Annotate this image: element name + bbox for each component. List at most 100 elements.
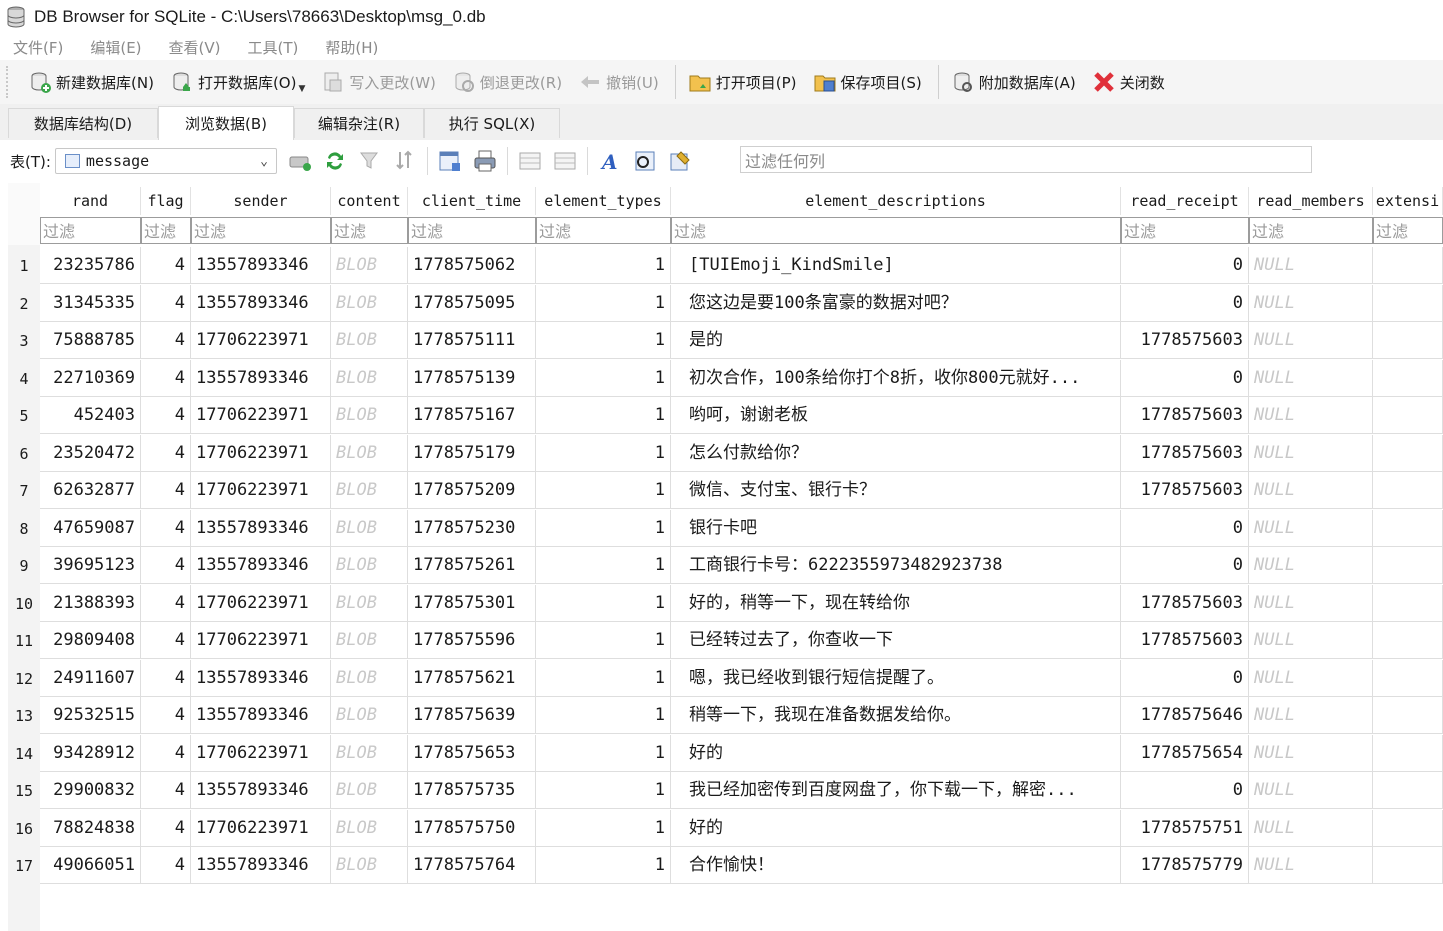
find-in-table-icon[interactable]	[632, 148, 658, 174]
table-cell[interactable]: 4	[141, 284, 191, 322]
table-cell[interactable]: 1	[536, 659, 671, 697]
table-cell[interactable]: NULL	[1249, 809, 1373, 847]
toolbar-grip[interactable]	[6, 66, 12, 98]
table-cell[interactable]: BLOB	[331, 359, 408, 397]
refresh-icon[interactable]	[322, 148, 348, 174]
table-cell[interactable]	[1373, 847, 1443, 884]
find-replace-icon[interactable]	[667, 148, 693, 174]
table-cell[interactable]: 1	[536, 359, 671, 397]
menu-help[interactable]: 帮助(H)	[325, 37, 378, 58]
open-project-button[interactable]: 打开项目(P)	[682, 64, 807, 100]
table-cell[interactable]: 78824838	[40, 809, 141, 847]
table-cell[interactable]: 4	[141, 359, 191, 397]
table-cell[interactable]: 我已经加密传到百度网盘了，你下载一下，解密...	[671, 772, 1121, 809]
table-cell[interactable]: 4	[141, 772, 191, 809]
table-cell[interactable]: 47659087	[40, 509, 141, 547]
column-filter-input[interactable]: 过滤	[1121, 217, 1249, 244]
table-cell[interactable]: 好的，稍等一下，现在转给你	[671, 584, 1121, 622]
column-header-rand[interactable]: rand	[40, 187, 141, 215]
table-cell[interactable]: BLOB	[331, 584, 408, 622]
tab-edit-pragmas[interactable]: 编辑杂注(R)	[294, 108, 424, 138]
table-cell[interactable]: BLOB	[331, 397, 408, 434]
table-cell[interactable]	[1373, 434, 1443, 472]
table-cell[interactable]: 17706223971	[191, 397, 331, 434]
row-number[interactable]: 6	[8, 445, 40, 463]
table-cell[interactable]: 17706223971	[191, 472, 331, 509]
column-header-extensi[interactable]: extensi	[1373, 187, 1443, 215]
table-cell[interactable]: 1	[536, 509, 671, 547]
table-cell[interactable]: 4	[141, 622, 191, 659]
row-number[interactable]: 13	[8, 707, 40, 725]
column-header-element-descriptions[interactable]: element_descriptions	[671, 187, 1121, 215]
table-cell[interactable]: 1	[536, 397, 671, 434]
font-style-icon[interactable]: A	[597, 148, 623, 174]
table-cell[interactable]: 17706223971	[191, 584, 331, 622]
table-cell[interactable]: 62632877	[40, 472, 141, 509]
table-cell[interactable]: 13557893346	[191, 247, 331, 284]
table-cell[interactable]: 4	[141, 397, 191, 434]
attach-database-button[interactable]: 附加数据库(A)	[945, 64, 1086, 100]
table-cell[interactable]: 4	[141, 697, 191, 734]
column-filter-input[interactable]: 过滤	[191, 217, 331, 244]
table-cell[interactable]: 13557893346	[191, 772, 331, 809]
table-cell[interactable]: 49066051	[40, 847, 141, 884]
table-cell[interactable]: 0	[1121, 359, 1249, 397]
row-number[interactable]: 9	[8, 557, 40, 575]
table-cell[interactable]: 92532515	[40, 697, 141, 734]
row-number[interactable]: 15	[8, 782, 40, 800]
table-cell[interactable]: 4	[141, 659, 191, 697]
clear-sort-icon[interactable]	[392, 148, 418, 174]
table-cell[interactable]: 17706223971	[191, 622, 331, 659]
table-cell[interactable]: 31345335	[40, 284, 141, 322]
column-header-element-types[interactable]: element_types	[536, 187, 671, 215]
menu-view[interactable]: 查看(V)	[169, 37, 221, 58]
table-cell[interactable]: 13557893346	[191, 697, 331, 734]
table-cell[interactable]: 1778575301	[408, 584, 536, 622]
table-cell[interactable]	[1373, 322, 1443, 359]
table-cell[interactable]: 452403	[40, 397, 141, 434]
row-number[interactable]: 4	[8, 370, 40, 388]
table-cell[interactable]: 1778575764	[408, 847, 536, 884]
column-filter-input[interactable]: 过滤	[671, 217, 1121, 244]
table-cell[interactable]: 4	[141, 547, 191, 584]
table-cell[interactable]: BLOB	[331, 697, 408, 734]
table-cell[interactable]: 1778575603	[1121, 622, 1249, 659]
table-cell[interactable]: 1	[536, 734, 671, 772]
table-cell[interactable]: 0	[1121, 772, 1249, 809]
table-cell[interactable]	[1373, 584, 1443, 622]
refresh-table-icon[interactable]	[287, 148, 313, 174]
table-cell[interactable]: BLOB	[331, 284, 408, 322]
table-cell[interactable]: NULL	[1249, 772, 1373, 809]
column-filter-input[interactable]: 过滤	[40, 217, 141, 244]
table-cell[interactable]: 0	[1121, 509, 1249, 547]
table-cell[interactable]: 1778575654	[1121, 734, 1249, 772]
row-number[interactable]: 14	[8, 745, 40, 763]
table-cell[interactable]: 13557893346	[191, 659, 331, 697]
table-cell[interactable]: 好的	[671, 734, 1121, 772]
row-number[interactable]: 1	[8, 257, 40, 275]
table-cell[interactable]: BLOB	[331, 322, 408, 359]
table-cell[interactable]: 13557893346	[191, 284, 331, 322]
table-cell[interactable]	[1373, 772, 1443, 809]
row-number[interactable]: 8	[8, 520, 40, 538]
table-cell[interactable]: 1778575639	[408, 697, 536, 734]
table-cell[interactable]: 21388393	[40, 584, 141, 622]
tab-database-structure[interactable]: 数据库结构(D)	[8, 108, 158, 138]
table-cell[interactable]: 稍等一下，我现在准备数据发给你。	[671, 697, 1121, 734]
table-cell[interactable]: 1778575111	[408, 322, 536, 359]
table-cell[interactable]: 哟呵，谢谢老板	[671, 397, 1121, 434]
table-cell[interactable]: 17706223971	[191, 322, 331, 359]
table-cell[interactable]: 0	[1121, 284, 1249, 322]
table-cell[interactable]: 1778575603	[1121, 322, 1249, 359]
table-cell[interactable]: 1	[536, 584, 671, 622]
table-cell[interactable]: 1778575653	[408, 734, 536, 772]
save-project-button[interactable]: 保存项目(S)	[807, 64, 932, 100]
table-cell[interactable]: NULL	[1249, 659, 1373, 697]
table-cell[interactable]: 17706223971	[191, 734, 331, 772]
table-cell[interactable]: 22710369	[40, 359, 141, 397]
table-cell[interactable]: 1	[536, 434, 671, 472]
table-cell[interactable]: 24911607	[40, 659, 141, 697]
write-changes-button[interactable]: 写入更改(W)	[315, 64, 446, 100]
table-cell[interactable]: 工商银行卡号：6222355973482923738	[671, 547, 1121, 584]
table-cell[interactable]: 0	[1121, 547, 1249, 584]
